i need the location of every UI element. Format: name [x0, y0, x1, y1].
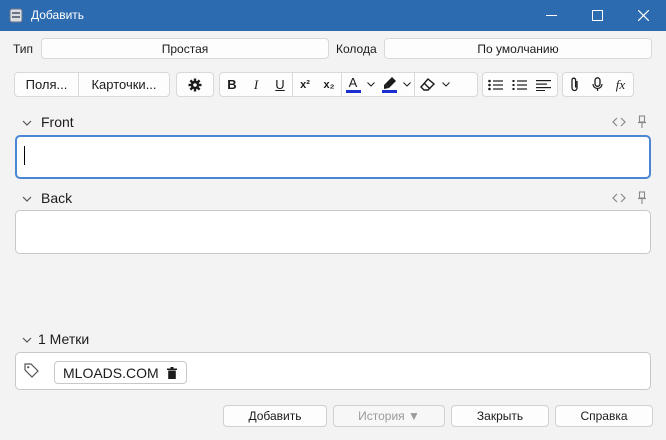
highlight-icon	[383, 76, 396, 89]
close-window-button[interactable]	[620, 0, 666, 31]
window-title: Добавить	[31, 8, 85, 22]
tag-chip[interactable]: MLOADS.COM	[54, 361, 187, 384]
minimize-icon	[545, 15, 557, 16]
underline-button[interactable]: U	[268, 73, 292, 96]
front-editor[interactable]	[15, 135, 651, 179]
fields-button[interactable]: Поля...	[15, 73, 78, 96]
chevron-down-icon	[403, 82, 411, 87]
options-group	[176, 72, 214, 97]
align-icon	[535, 79, 551, 91]
html-editor-icon[interactable]	[612, 117, 626, 127]
chevron-down-icon[interactable]	[22, 335, 32, 345]
subscript-button[interactable]: x₂	[317, 73, 341, 96]
pin-icon[interactable]	[637, 115, 647, 129]
cards-button[interactable]: Карточки...	[79, 73, 169, 96]
bullet-list-button[interactable]	[483, 73, 507, 96]
history-button[interactable]: История ▼	[333, 405, 445, 427]
text-color-icon: A	[348, 75, 358, 90]
pin-icon[interactable]	[637, 191, 647, 205]
text-color-button[interactable]: A	[342, 73, 364, 96]
back-editor[interactable]	[15, 210, 651, 254]
record-audio-button[interactable]	[586, 73, 609, 96]
clear-format-button[interactable]	[415, 73, 439, 96]
field-label-front: Front	[41, 114, 74, 130]
fields-cards-group: Поля... Карточки...	[14, 72, 170, 97]
help-button[interactable]: Справка	[555, 405, 653, 427]
paperclip-icon	[570, 77, 578, 92]
options-button[interactable]	[177, 73, 213, 96]
maximize-icon	[591, 10, 603, 21]
highlight-button[interactable]	[378, 73, 400, 96]
chevron-down-icon	[367, 82, 375, 87]
numbered-list-icon	[512, 79, 527, 90]
highlight-swatch	[381, 89, 397, 93]
tags-header: 1 Метки	[38, 331, 90, 347]
clear-format-dropdown[interactable]	[439, 73, 453, 96]
html-editor-icon[interactable]	[612, 193, 626, 203]
list-group	[482, 72, 558, 97]
title-bar: Добавить	[0, 0, 666, 31]
chevron-down-icon[interactable]	[22, 194, 32, 204]
gear-icon	[188, 78, 202, 91]
app-icon	[9, 8, 23, 23]
text-color-swatch	[345, 90, 361, 93]
deck-label: Колода	[336, 42, 377, 56]
numbered-list-button[interactable]	[507, 73, 531, 96]
text-color-dropdown[interactable]	[364, 73, 378, 96]
chevron-down-icon	[442, 82, 450, 87]
chevron-down-icon[interactable]	[22, 118, 32, 128]
tag-icon	[24, 363, 39, 378]
bold-button[interactable]: B	[220, 73, 244, 96]
text-caret	[24, 146, 25, 165]
type-label: Тип	[13, 42, 34, 56]
formatting-group: B I U x² x₂ A	[219, 72, 478, 97]
superscript-button[interactable]: x²	[293, 73, 317, 96]
close-icon	[637, 10, 649, 21]
tag-label: MLOADS.COM	[63, 364, 159, 381]
minimize-button[interactable]	[528, 0, 574, 31]
maximize-button[interactable]	[574, 0, 620, 31]
add-button[interactable]: Добавить	[223, 405, 327, 427]
eraser-icon	[419, 78, 435, 91]
microphone-icon	[592, 77, 603, 91]
close-button[interactable]: Закрыть	[451, 405, 549, 427]
formula-icon: fx	[615, 76, 626, 92]
deck-selector[interactable]: По умолчанию	[384, 38, 652, 59]
trash-icon[interactable]	[166, 366, 177, 379]
field-label-back: Back	[41, 190, 73, 206]
formula-button[interactable]: fx	[609, 73, 632, 96]
media-group: fx	[562, 72, 634, 97]
bullet-list-icon	[487, 79, 503, 90]
highlight-dropdown[interactable]	[400, 73, 414, 96]
tags-editor[interactable]: MLOADS.COM	[15, 352, 651, 390]
note-type-selector[interactable]: Простая	[41, 38, 329, 59]
align-button[interactable]	[531, 73, 555, 96]
italic-button[interactable]: I	[244, 73, 268, 96]
attach-button[interactable]	[563, 73, 586, 96]
